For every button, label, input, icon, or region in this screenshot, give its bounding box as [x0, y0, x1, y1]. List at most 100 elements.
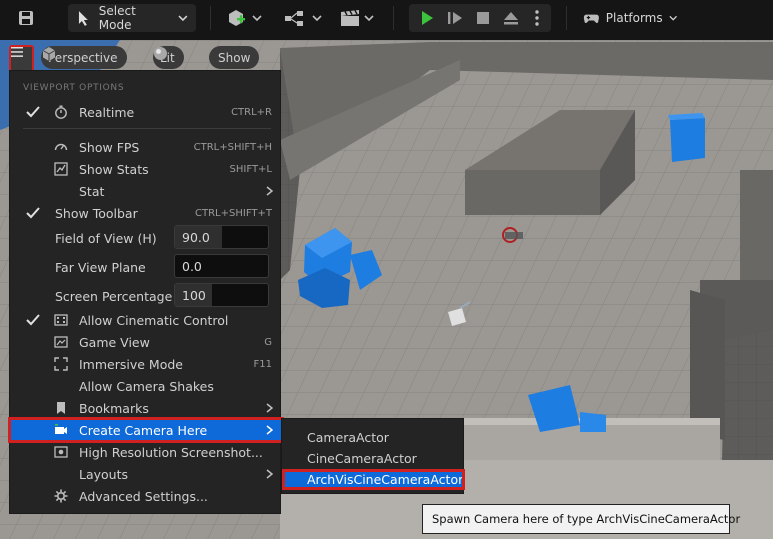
- speedometer-icon: [54, 143, 68, 151]
- screen-percentage-input[interactable]: 100: [174, 283, 269, 307]
- menu-item-advanced-settings[interactable]: Advanced Settings...: [10, 485, 282, 507]
- kebab-icon[interactable]: [526, 4, 548, 32]
- save-icon[interactable]: [12, 4, 40, 32]
- main-toolbar: Select Mode Platforms: [0, 0, 773, 36]
- select-mode-label: Select Mode: [98, 4, 136, 32]
- menu-item-label: Show FPS: [79, 139, 140, 155]
- create-camera-submenu: CameraActor CineCameraActor ArchVisCineC…: [281, 418, 465, 494]
- stop-icon[interactable]: [470, 4, 496, 32]
- add-actor-icon: [229, 10, 245, 26]
- menu-item-allow-camera-shakes[interactable]: Allow Camera Shakes: [10, 375, 282, 397]
- play-controls: [409, 4, 551, 32]
- cinematics-button[interactable]: [337, 4, 379, 32]
- menu-item-shortcut: F11: [253, 358, 272, 370]
- submenu-item-camera-actor[interactable]: CameraActor: [282, 427, 465, 448]
- screen-percentage-label: Screen Percentage: [55, 288, 173, 304]
- screenshot-icon: [54, 446, 68, 458]
- toolbar-divider: [210, 6, 211, 30]
- platforms-dropdown[interactable]: Platforms: [581, 4, 677, 32]
- toolbar-divider: [566, 6, 567, 30]
- far-view-plane-input[interactable]: 0.0: [174, 254, 269, 278]
- menu-item-shortcut: CTRL+R: [231, 106, 272, 118]
- stopwatch-icon: [55, 105, 67, 119]
- gamepad-icon: [583, 14, 599, 24]
- menu-item-shortcut: SHIFT+L: [229, 163, 272, 175]
- field-of-view-value: 90.0: [182, 229, 210, 245]
- menu-item-show-toolbar[interactable]: Show Toolbar CTRL+SHIFT+T: [10, 202, 282, 224]
- menu-item-shortcut: G: [264, 336, 272, 348]
- field-of-view-label: Field of View (H): [55, 230, 157, 246]
- eject-icon[interactable]: [498, 4, 524, 32]
- chevron-down-icon: [668, 15, 677, 21]
- menu-heading: VIEWPORT OPTIONS: [23, 83, 125, 93]
- menu-item-label: Allow Camera Shakes: [79, 378, 214, 394]
- select-mode-icon: [78, 11, 88, 26]
- menu-item-show-fps[interactable]: Show FPS CTRL+SHIFT+H: [10, 136, 282, 158]
- checkmark-icon: [26, 207, 40, 219]
- checkmark-icon: [26, 314, 40, 326]
- sphere-icon: [154, 47, 167, 60]
- game-view-icon: [54, 336, 68, 348]
- far-view-plane-row: Far View Plane 0.0: [10, 254, 282, 280]
- screen-percentage-row: Screen Percentage 100: [10, 283, 282, 309]
- chevron-down-icon: [178, 15, 188, 22]
- menu-item-label: Create Camera Here: [79, 422, 208, 438]
- select-mode-dropdown[interactable]: Select Mode: [68, 4, 196, 32]
- checkmark-icon: [26, 106, 40, 118]
- menu-item-label: Layouts: [79, 466, 129, 482]
- field-of-view-row: Field of View (H) 90.0: [10, 225, 282, 251]
- chevron-right-icon: [266, 469, 273, 479]
- menu-item-label: High Resolution Screenshot...: [79, 444, 263, 460]
- gear-icon: [54, 489, 68, 503]
- menu-item-high-resolution-screenshot[interactable]: High Resolution Screenshot...: [10, 441, 282, 463]
- menu-divider: [23, 128, 271, 129]
- lit-button[interactable]: Lit: [153, 46, 184, 69]
- field-of-view-input[interactable]: 90.0: [174, 225, 269, 249]
- chevron-right-icon: [266, 425, 273, 435]
- submenu-item-cine-camera-actor[interactable]: CineCameraActor: [282, 448, 465, 469]
- menu-item-label: Bookmarks: [79, 400, 149, 416]
- menu-item-show-stats[interactable]: Show Stats SHIFT+L: [10, 158, 282, 180]
- menu-item-create-camera-here[interactable]: Create Camera Here: [8, 417, 284, 443]
- menu-item-label: Show Stats: [79, 161, 149, 177]
- far-view-plane-label: Far View Plane: [55, 259, 146, 275]
- blueprint-icon: [285, 11, 303, 26]
- menu-item-label: Show Toolbar: [55, 205, 138, 221]
- hamburger-icon: [11, 47, 23, 57]
- far-view-plane-value: 0.0: [182, 258, 202, 274]
- film-icon: [54, 314, 68, 326]
- menu-item-allow-cinematic-control[interactable]: Allow Cinematic Control: [10, 309, 282, 331]
- chevron-right-icon: [266, 186, 273, 196]
- add-actor-button[interactable]: [224, 4, 266, 32]
- toolbar-divider: [393, 6, 394, 30]
- play-icon[interactable]: [414, 4, 440, 32]
- perspective-button[interactable]: Perspective: [41, 46, 127, 69]
- submenu-item-archvis-cine-camera-actor[interactable]: ArchVisCineCameraActor: [282, 469, 465, 490]
- menu-item-immersive-mode[interactable]: Immersive Mode F11: [10, 353, 282, 375]
- clapperboard-icon: [341, 10, 359, 26]
- menu-item-realtime[interactable]: Realtime CTRL+R: [10, 101, 282, 123]
- menu-item-label: Immersive Mode: [79, 356, 183, 372]
- menu-item-label: Stat: [79, 183, 105, 199]
- viewport-options-menu: VIEWPORT OPTIONS Realtime CTRL+R Show FP…: [8, 70, 284, 514]
- menu-item-layouts[interactable]: Layouts: [10, 463, 282, 485]
- menu-item-label: Allow Cinematic Control: [79, 312, 229, 328]
- camera-icon: [55, 424, 67, 434]
- stats-icon: [54, 162, 68, 176]
- menu-item-stat[interactable]: Stat: [10, 180, 282, 202]
- platforms-label: Platforms: [605, 11, 663, 25]
- show-button[interactable]: Show: [209, 46, 260, 69]
- menu-item-bookmarks[interactable]: Bookmarks: [10, 397, 282, 419]
- menu-item-label: Advanced Settings...: [79, 488, 208, 504]
- cube-icon: [42, 47, 56, 61]
- chevron-right-icon: [266, 403, 273, 413]
- blueprint-button[interactable]: [281, 4, 327, 32]
- fullscreen-icon: [54, 357, 68, 371]
- menu-item-label: Realtime: [79, 104, 135, 120]
- show-label: Show: [218, 50, 251, 65]
- menu-item-shortcut: CTRL+SHIFT+H: [193, 141, 272, 153]
- menu-item-game-view[interactable]: Game View G: [10, 331, 282, 353]
- screen-percentage-value: 100: [182, 287, 206, 303]
- advance-frame-icon[interactable]: [442, 4, 468, 32]
- viewport-options-menu-button[interactable]: [9, 45, 34, 72]
